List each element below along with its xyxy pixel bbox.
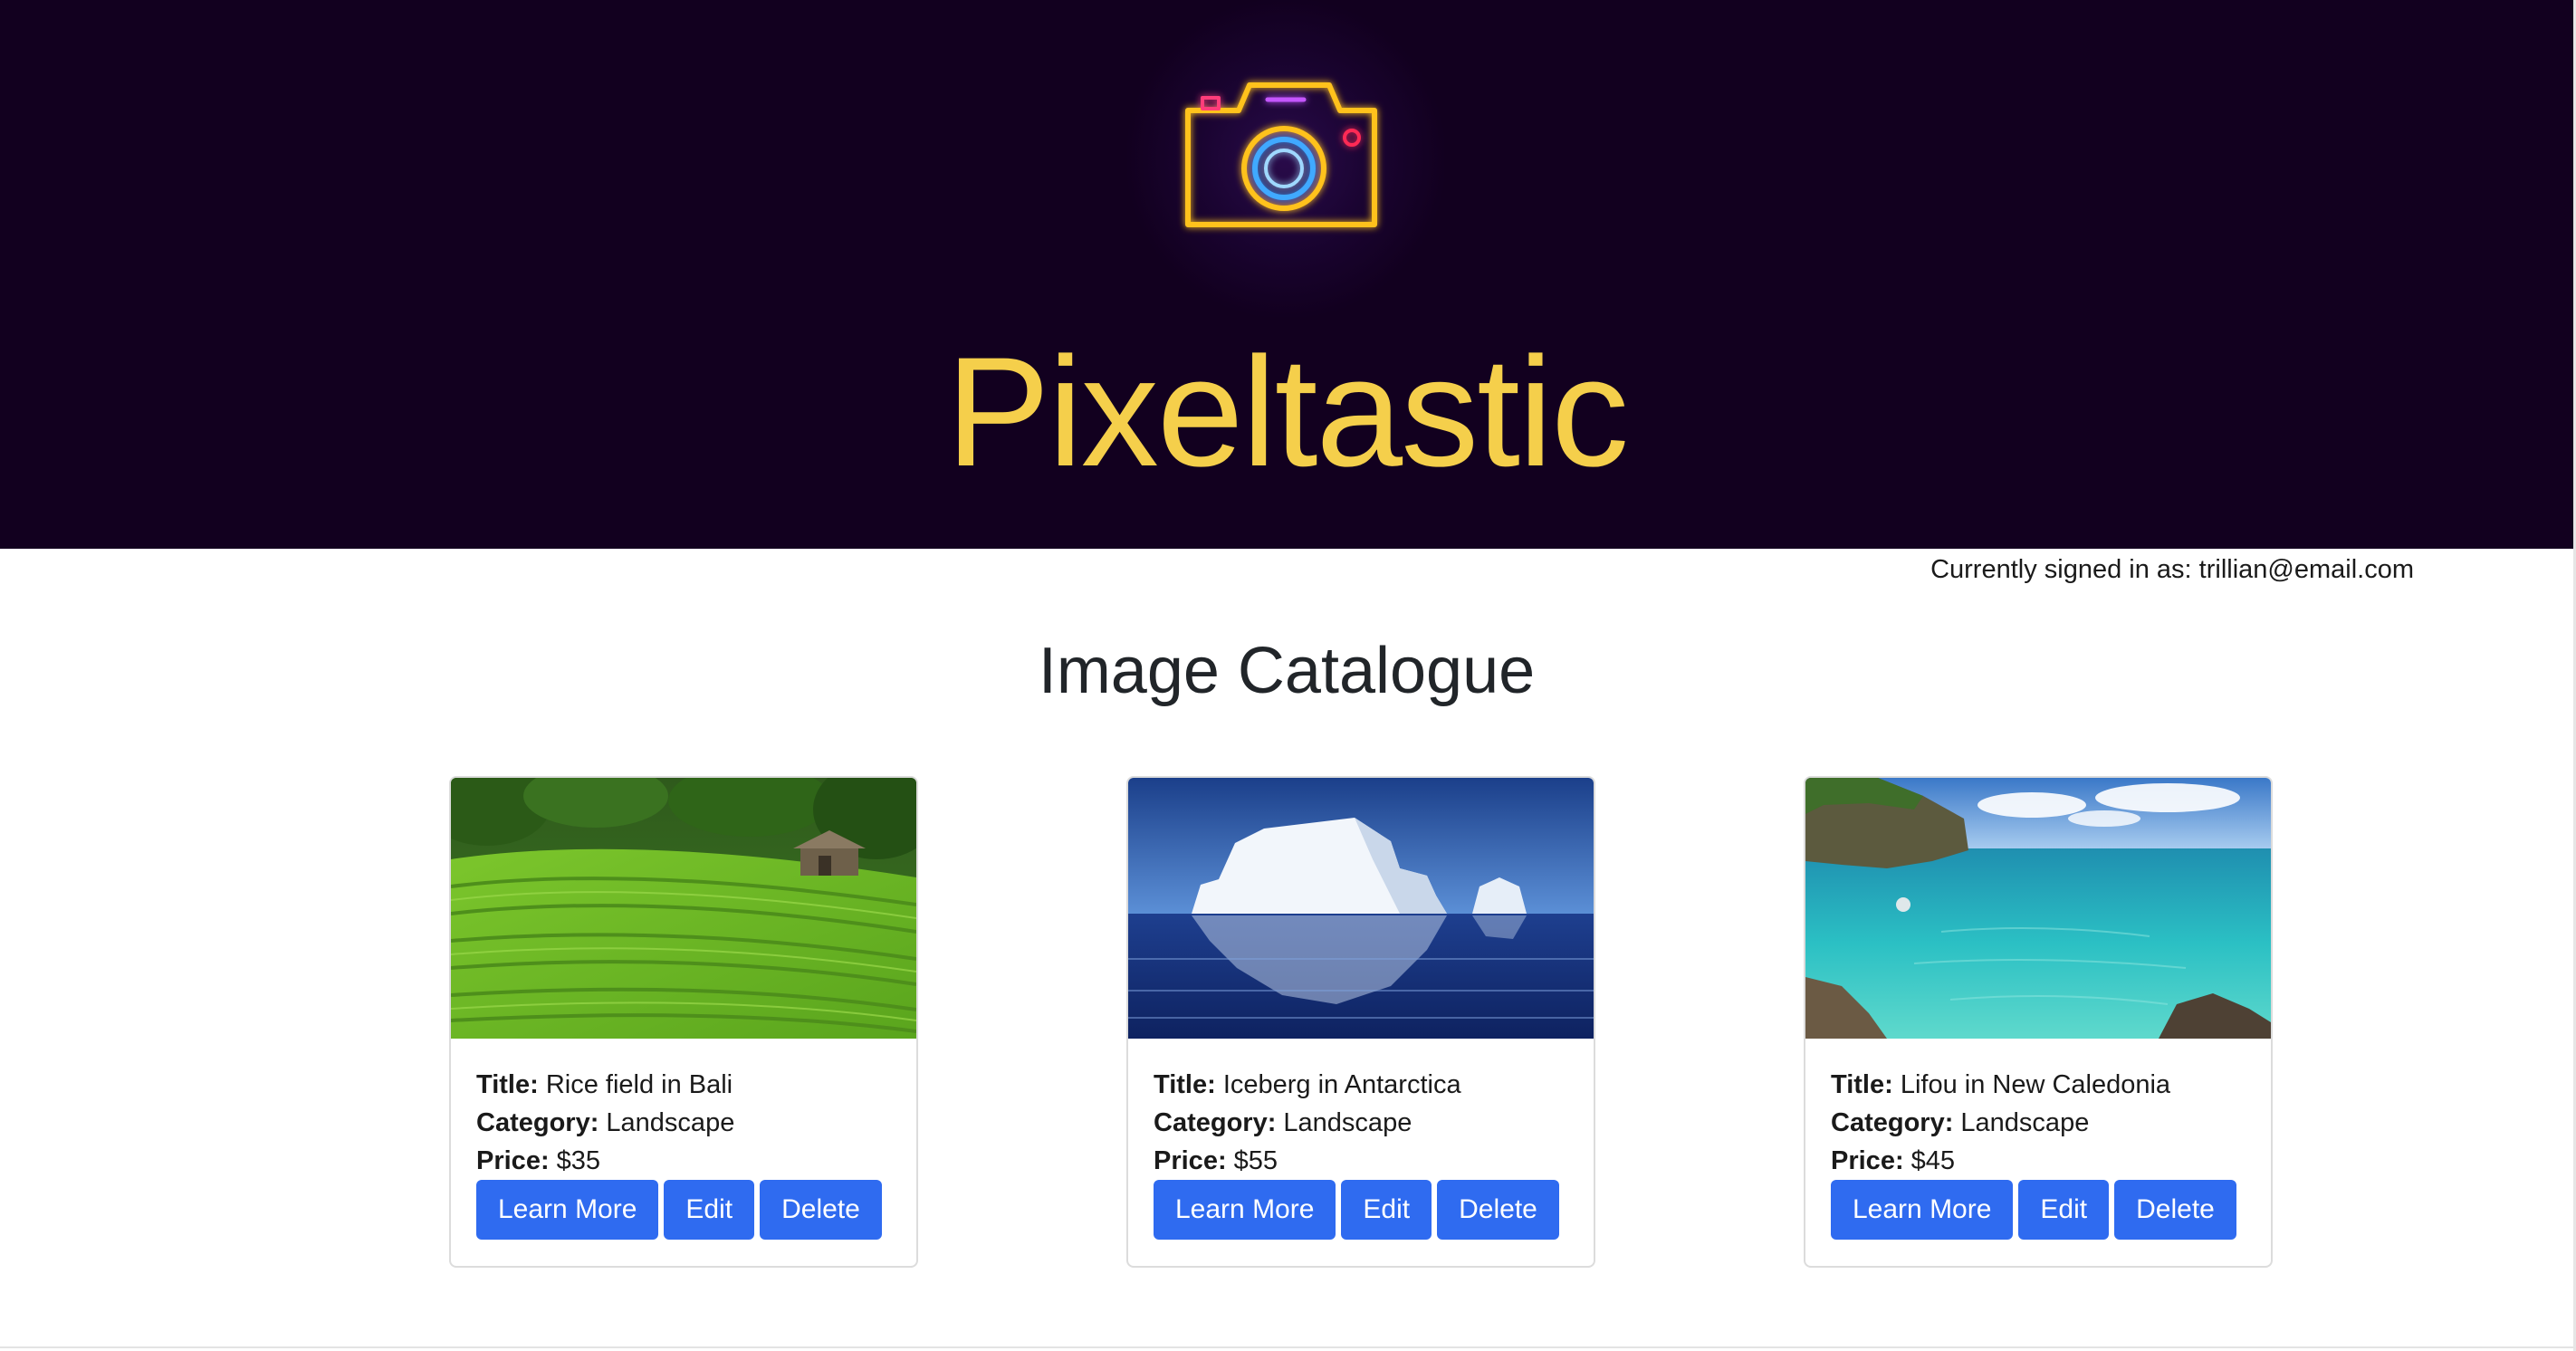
card-title-row: Title: Lifou in New Caledonia xyxy=(1831,1066,2253,1104)
card-price: $35 xyxy=(556,1146,601,1175)
learn-more-button[interactable]: Learn More xyxy=(476,1180,659,1240)
page: Pixeltastic Currently signed in as: tril… xyxy=(0,0,2573,1351)
image-card: Title: Rice field in Bali Category: Land… xyxy=(449,776,918,1268)
edit-button[interactable]: Edit xyxy=(2018,1180,2110,1240)
brand-title: Pixeltastic xyxy=(945,325,1629,499)
image-card: Title: Iceberg in Antarctica Category: L… xyxy=(1126,776,1595,1268)
card-details: Title: Iceberg in Antarctica Category: L… xyxy=(1154,1066,1575,1180)
category-label: Category: xyxy=(1154,1108,1277,1137)
card-actions: Learn More Edit Delete xyxy=(1831,1180,2236,1240)
card-actions: Learn More Edit Delete xyxy=(476,1180,882,1240)
price-label: Price: xyxy=(476,1146,550,1175)
card-price-row: Price: $45 xyxy=(1831,1142,2253,1180)
rice-field-photo[interactable] xyxy=(451,778,916,1039)
learn-more-button[interactable]: Learn More xyxy=(1154,1180,1336,1240)
learn-more-button[interactable]: Learn More xyxy=(1831,1180,2014,1240)
card-price-row: Price: $55 xyxy=(1154,1142,1575,1180)
card-title: Rice field in Bali xyxy=(545,1070,733,1099)
card-details: Title: Lifou in New Caledonia Category: … xyxy=(1831,1066,2253,1180)
card-price-row: Price: $35 xyxy=(476,1142,898,1180)
card-price: $55 xyxy=(1233,1146,1278,1175)
price-label: Price: xyxy=(1154,1146,1227,1175)
card-category: Landscape xyxy=(1960,1108,2090,1137)
category-label: Category: xyxy=(1831,1108,1954,1137)
card-category-row: Category: Landscape xyxy=(476,1104,898,1142)
hero-banner: Pixeltastic xyxy=(0,0,2573,549)
page-title: Image Catalogue xyxy=(1038,635,1536,707)
title-label: Title: xyxy=(476,1070,539,1099)
card-category: Landscape xyxy=(1283,1108,1412,1137)
card-title: Lifou in New Caledonia xyxy=(1900,1070,2171,1099)
price-label: Price: xyxy=(1831,1146,1904,1175)
page-divider xyxy=(0,1346,2573,1348)
signed-in-status: Currently signed in as: trillian@email.c… xyxy=(1930,555,2414,584)
card-actions: Learn More Edit Delete xyxy=(1154,1180,1559,1240)
lagoon-photo[interactable] xyxy=(1805,778,2271,1039)
title-label: Title: xyxy=(1831,1070,1893,1099)
edit-button[interactable]: Edit xyxy=(1341,1180,1432,1240)
card-details: Title: Rice field in Bali Category: Land… xyxy=(476,1066,898,1180)
title-label: Title: xyxy=(1154,1070,1216,1099)
camera-neon-icon xyxy=(1177,72,1385,240)
delete-button[interactable]: Delete xyxy=(2114,1180,2236,1240)
image-card: Title: Lifou in New Caledonia Category: … xyxy=(1804,776,2273,1268)
card-price: $45 xyxy=(1910,1146,1956,1175)
card-category: Landscape xyxy=(606,1108,735,1137)
category-label: Category: xyxy=(476,1108,599,1137)
delete-button[interactable]: Delete xyxy=(760,1180,882,1240)
delete-button[interactable]: Delete xyxy=(1437,1180,1559,1240)
iceberg-photo[interactable] xyxy=(1128,778,1594,1039)
card-category-row: Category: Landscape xyxy=(1154,1104,1575,1142)
edit-button[interactable]: Edit xyxy=(664,1180,755,1240)
card-title-row: Title: Rice field in Bali xyxy=(476,1066,898,1104)
card-title-row: Title: Iceberg in Antarctica xyxy=(1154,1066,1575,1104)
card-category-row: Category: Landscape xyxy=(1831,1104,2253,1142)
card-title: Iceberg in Antarctica xyxy=(1222,1070,1461,1099)
